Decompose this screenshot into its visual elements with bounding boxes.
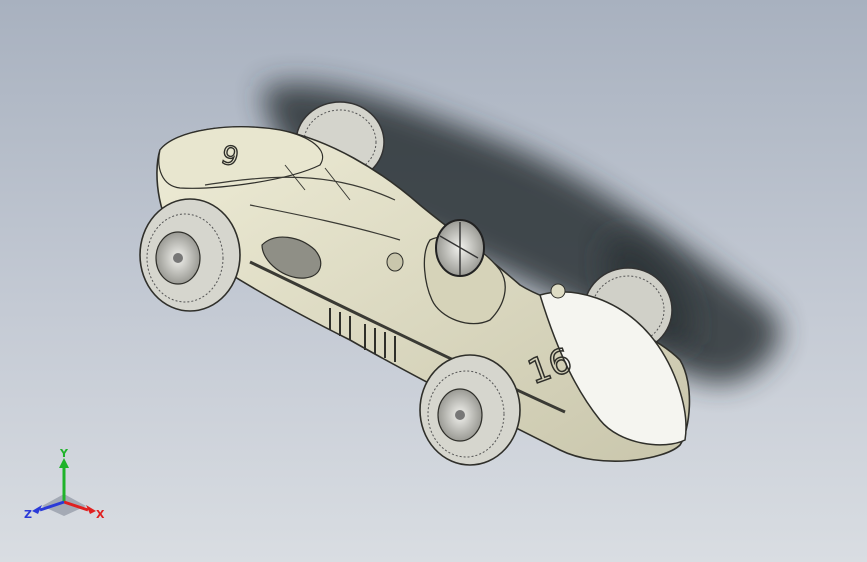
- y-axis-label: Y: [59, 448, 69, 460]
- x-axis-label: X: [96, 508, 105, 521]
- reference-triad: Y X Z: [24, 448, 105, 521]
- graphics-viewport[interactable]: 6 16 Y X Z: [0, 0, 867, 562]
- model-view[interactable]: 6 16: [0, 0, 867, 562]
- front-left-wheel: [419, 354, 521, 466]
- z-axis-label: Z: [24, 508, 32, 521]
- rear-right-wheel: [139, 198, 241, 312]
